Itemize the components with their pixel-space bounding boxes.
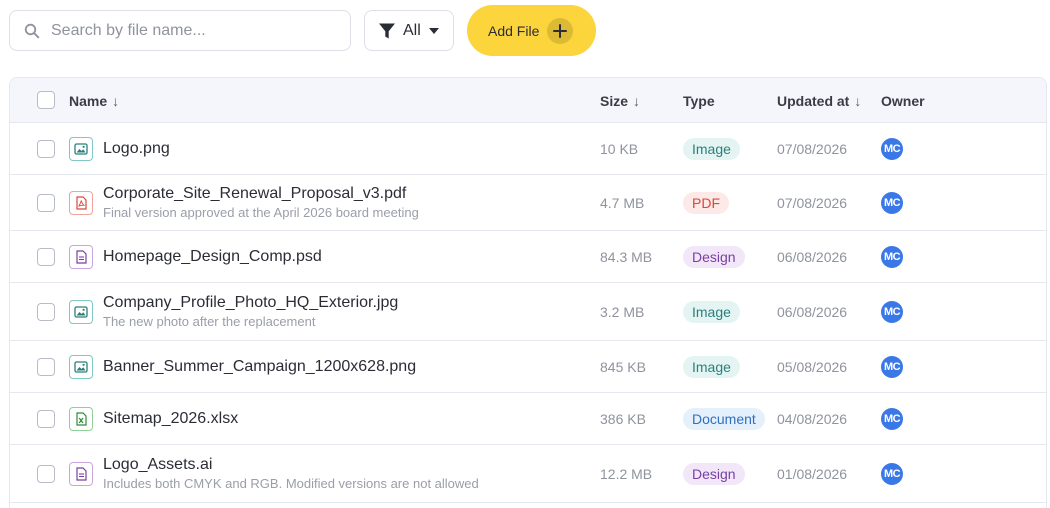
file-name-cell: Company_Profile_Photo_HQ_Exterior.jpg The…: [103, 283, 398, 340]
plus-icon: [547, 17, 574, 44]
file-table: Name ↓ Size ↓ Type Updated at ↓ Owner Lo…: [9, 77, 1047, 508]
filter-value: All: [403, 21, 421, 39]
type-badge: Document: [683, 407, 765, 430]
type-badge: Design: [683, 245, 745, 268]
file-name[interactable]: Sitemap_2026.xlsx: [103, 409, 238, 429]
file-name-cell: Sitemap_2026.xlsx: [103, 393, 238, 444]
file-description: The new photo after the replacement: [103, 314, 316, 329]
chevron-down-icon: [428, 27, 439, 34]
owner-avatar: MC: [881, 355, 903, 378]
owner-avatar: MC: [881, 407, 903, 430]
file-description: Final version approved at the April 2026…: [103, 205, 419, 220]
table-row[interactable]: Company_Profile_Photo_HQ_Exterior.jpg The…: [10, 283, 1046, 341]
file-name[interactable]: Logo_Assets.ai: [103, 455, 479, 475]
updated-date: 06/08/2026: [777, 303, 848, 320]
type-badge: Image: [683, 355, 740, 378]
search-icon: [24, 23, 40, 38]
updated-date: 06/08/2026: [777, 248, 848, 265]
file-size: 10 KB: [600, 140, 639, 157]
filter-icon: [379, 23, 395, 38]
file-name-cell: Homepage_Design_Comp.psd: [103, 231, 322, 282]
file-name-cell: Corporate_Site_Renewal_Proposal_v3.pdf Fi…: [103, 175, 419, 230]
table-row[interactable]: Homepage_Design_Comp.psd 84.3 MB Design 06/…: [10, 231, 1046, 283]
file-name[interactable]: Banner_Summer_Campaign_1200x628.png: [103, 357, 416, 377]
add-file-button[interactable]: Add File: [467, 5, 596, 56]
file-size: 12.2 MB: [600, 465, 653, 482]
owner-avatar: MC: [881, 462, 903, 485]
row-checkbox[interactable]: [37, 302, 55, 321]
image-icon: [69, 299, 93, 324]
updated-date: 05/08/2026: [777, 358, 848, 375]
row-checkbox[interactable]: [37, 357, 55, 376]
row-checkbox[interactable]: [37, 247, 55, 266]
table-header: Name ↓ Size ↓ Type Updated at ↓ Owner: [10, 78, 1046, 123]
table-row[interactable]: Banner_Summer_Campaign_1200x628.png 845 K…: [10, 341, 1046, 393]
file-name[interactable]: Homepage_Design_Comp.psd: [103, 247, 322, 267]
file-name[interactable]: Corporate_Site_Renewal_Proposal_v3.pdf: [103, 184, 419, 204]
row-checkbox[interactable]: [37, 409, 55, 428]
filter-dropdown[interactable]: All: [364, 10, 454, 51]
type-badge: Image: [683, 137, 740, 160]
file-size: 84.3 MB: [600, 248, 653, 265]
updated-date: 07/08/2026: [777, 194, 848, 211]
column-header-owner[interactable]: Owner: [881, 78, 925, 123]
sort-arrow-icon: ↓: [854, 92, 862, 109]
file-description: Includes both CMYK and RGB. Modified ver…: [103, 476, 479, 491]
file-size: 3.2 MB: [600, 303, 645, 320]
file-name[interactable]: Logo.png: [103, 139, 170, 159]
file-name[interactable]: Company_Profile_Photo_HQ_Exterior.jpg: [103, 293, 398, 313]
document-icon: [69, 461, 93, 486]
sort-arrow-icon: ↓: [112, 92, 120, 109]
owner-avatar: MC: [881, 245, 903, 268]
column-header-updated[interactable]: Updated at ↓: [777, 78, 861, 123]
add-file-label: Add File: [488, 22, 540, 39]
table-row[interactable]: Corporate_Site_Renewal_Proposal_v3.pdf Fi…: [10, 175, 1046, 231]
row-checkbox[interactable]: [37, 193, 55, 212]
file-name-cell: Logo_Assets.ai Includes both CMYK and RGB…: [103, 445, 479, 502]
image-icon: [69, 136, 93, 161]
image-icon: [69, 354, 93, 379]
table-row[interactable]: Sitemap_2026.xlsx 386 KB Document 04/08/202…: [10, 393, 1046, 445]
pdf-icon: [69, 190, 93, 215]
file-name-cell: Banner_Summer_Campaign_1200x628.png: [103, 341, 416, 392]
spreadsheet-icon: [69, 406, 93, 431]
row-checkbox[interactable]: [37, 139, 55, 158]
table-row[interactable]: Logo.png 10 KB Image 07/08/2026 MC: [10, 123, 1046, 175]
select-all-checkbox[interactable]: [37, 91, 55, 109]
type-badge: PDF: [683, 191, 729, 214]
updated-date: 04/08/2026: [777, 410, 848, 427]
file-size: 386 KB: [600, 410, 646, 427]
toolbar: All Add File: [0, 0, 1050, 62]
updated-date: 07/08/2026: [777, 140, 848, 157]
table-body: Logo.png 10 KB Image 07/08/2026 MC Corporate_…: [10, 123, 1046, 503]
owner-avatar: MC: [881, 137, 903, 160]
search-input[interactable]: [51, 21, 341, 40]
column-header-name[interactable]: Name ↓: [69, 78, 119, 123]
column-header-size[interactable]: Size ↓: [600, 78, 640, 123]
updated-date: 01/08/2026: [777, 465, 848, 482]
file-name-cell: Logo.png: [103, 123, 170, 174]
file-size: 845 KB: [600, 358, 646, 375]
type-badge: Image: [683, 300, 740, 323]
sort-arrow-icon: ↓: [633, 92, 641, 109]
table-row[interactable]: Logo_Assets.ai Includes both CMYK and RGB…: [10, 445, 1046, 503]
search-box[interactable]: [9, 10, 351, 51]
file-size: 4.7 MB: [600, 194, 645, 211]
type-badge: Design: [683, 462, 745, 485]
document-icon: [69, 244, 93, 269]
owner-avatar: MC: [881, 300, 903, 323]
owner-avatar: MC: [881, 191, 903, 214]
row-checkbox[interactable]: [37, 464, 55, 483]
column-header-type[interactable]: Type: [683, 78, 715, 123]
